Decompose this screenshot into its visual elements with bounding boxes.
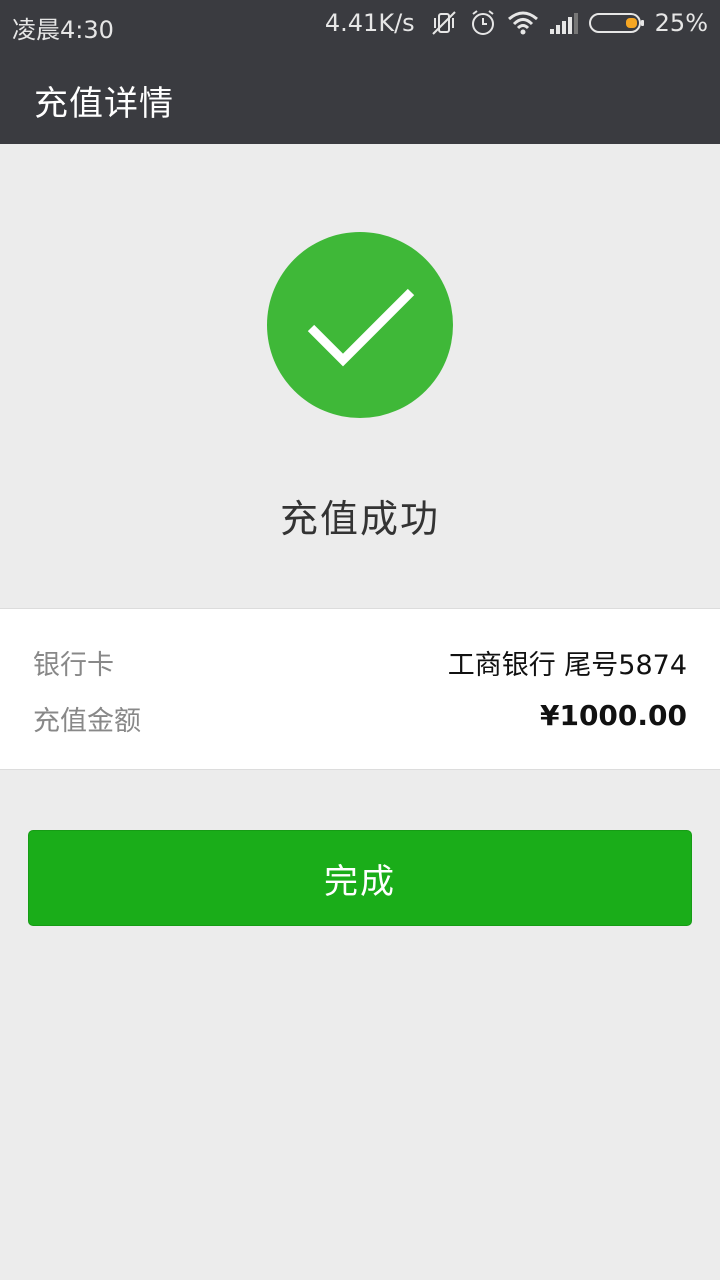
check-circle-icon — [267, 232, 453, 418]
amount-label: 充值金额 — [33, 706, 141, 737]
network-speed: 4.41K/s — [324, 9, 415, 37]
bank-card-label: 银行卡 — [33, 650, 114, 681]
muted-vibrate-icon — [429, 8, 459, 38]
signal-icon — [549, 11, 579, 35]
status-time: 凌晨4:30 — [12, 16, 114, 44]
battery-icon — [588, 11, 645, 35]
success-message: 充值成功 — [279, 497, 440, 541]
amount-value: ¥1000.00 — [539, 699, 687, 732]
recharge-details: 银行卡 工商银行 尾号5874 充值金额 ¥1000.00 — [0, 608, 720, 770]
bank-card-value: 工商银行 尾号5874 — [447, 650, 687, 681]
amount-row: 充值金额 ¥1000.00 — [33, 699, 687, 739]
status-bar: 凌晨4:30 4.41K/s 25% — [0, 0, 720, 50]
wifi-icon — [507, 9, 539, 37]
app-bar: 充值详情 — [0, 50, 720, 144]
alarm-icon — [469, 8, 497, 38]
done-button[interactable]: 完成 — [28, 830, 692, 926]
battery-percent: 25% — [654, 9, 708, 37]
bank-card-row: 银行卡 工商银行 尾号5874 — [33, 643, 687, 683]
status-icons: 4.41K/s 25% — [325, 8, 708, 38]
page-title: 充值详情 — [34, 84, 174, 124]
